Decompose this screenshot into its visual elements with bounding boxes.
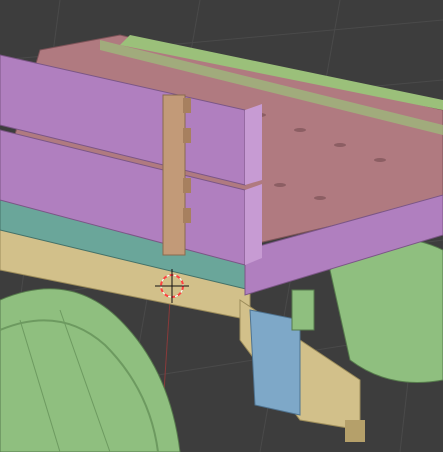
wheel-left[interactable] [0, 288, 181, 452]
3d-viewport[interactable] [0, 0, 443, 452]
scene-render[interactable] [0, 0, 443, 452]
